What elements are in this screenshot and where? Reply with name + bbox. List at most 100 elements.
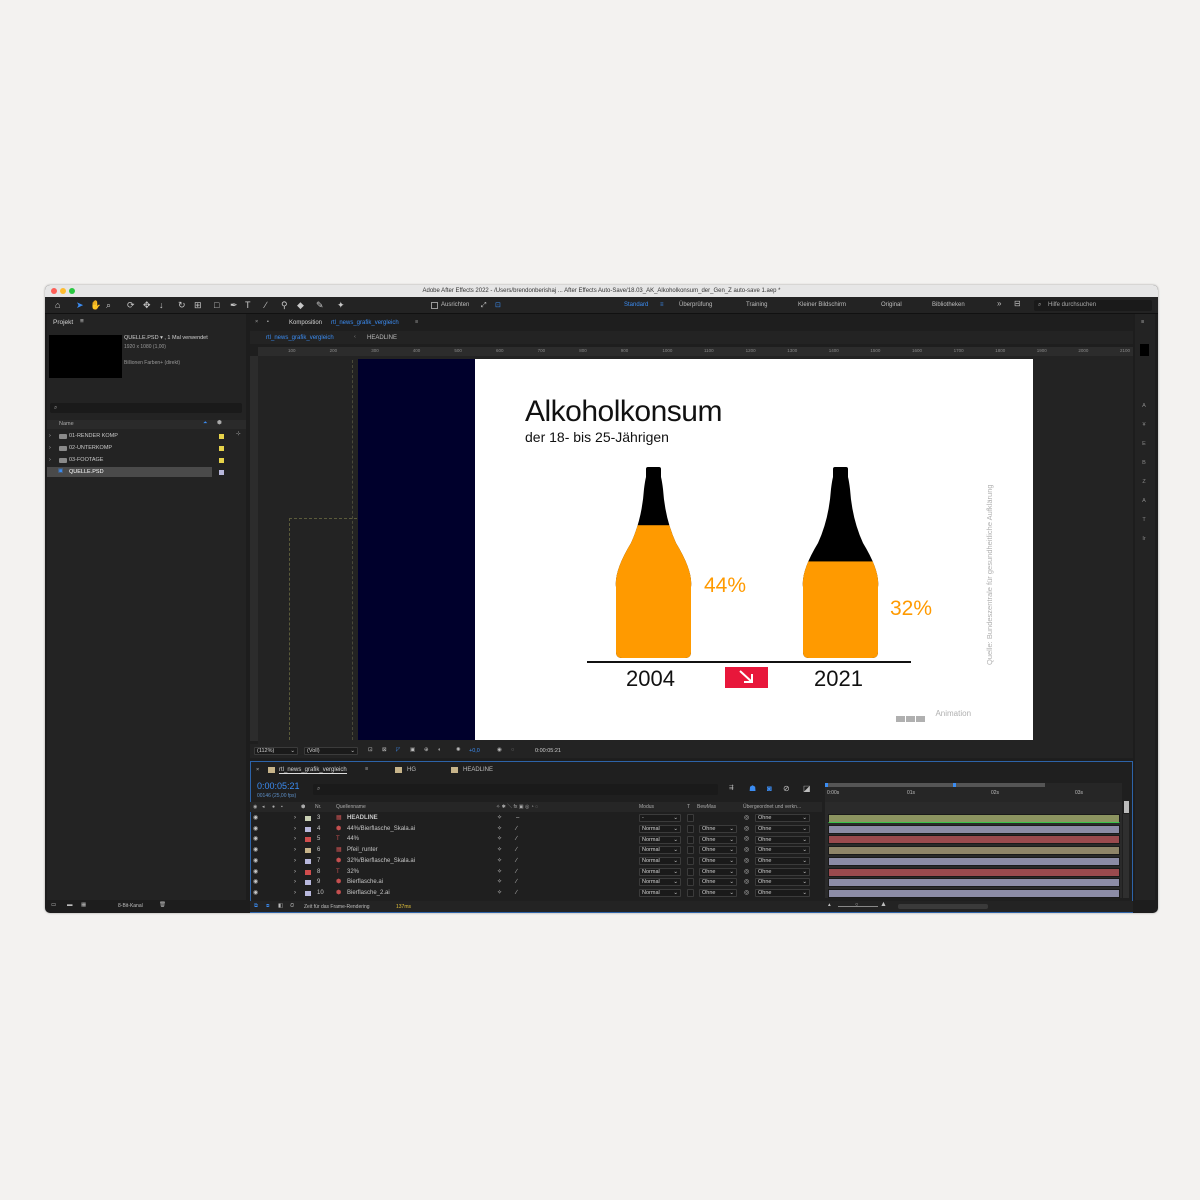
color-management-icon[interactable]: ◐ bbox=[438, 747, 441, 753]
workspace-standard[interactable]: Standard bbox=[624, 302, 648, 308]
pen-tool-icon[interactable]: ✒ bbox=[230, 300, 238, 311]
quality-switch-icon[interactable]: ∕ bbox=[516, 877, 517, 888]
workspace-training[interactable]: Training bbox=[746, 302, 767, 308]
orbit-camera-icon[interactable]: ⟳ bbox=[127, 300, 135, 311]
mask-visibility-icon[interactable]: ◸ bbox=[396, 747, 400, 753]
grid-guides-icon[interactable]: ▣ bbox=[410, 747, 415, 753]
timeline-tab-2[interactable]: HEADLINE bbox=[463, 767, 493, 773]
layer-label-swatch[interactable] bbox=[305, 848, 311, 854]
zoom-dropdown[interactable]: (112%) ⌄ bbox=[254, 747, 298, 755]
parent-pickwhip-icon[interactable]: ◎ bbox=[744, 813, 749, 824]
layer-duration-bar[interactable] bbox=[828, 835, 1120, 845]
project-item-3[interactable]: ▣ QUELLE.PSD bbox=[47, 467, 212, 477]
puppet-pin-icon[interactable]: ✦ bbox=[337, 300, 345, 311]
toggle-switches-icon[interactable]: ⧉ bbox=[254, 903, 258, 910]
visibility-eye-icon[interactable]: ◉ bbox=[253, 877, 258, 888]
layer-name[interactable]: Pfeil_runter bbox=[347, 845, 378, 856]
visibility-eye-icon[interactable]: ◉ bbox=[253, 845, 258, 856]
flowchart-icon[interactable]: ⊹ bbox=[236, 431, 241, 437]
quality-switch-icon[interactable]: ∕ bbox=[516, 867, 517, 878]
parent-dropdown[interactable]: Ohne ⌄ bbox=[755, 846, 810, 855]
parent-dropdown[interactable]: Ohne ⌄ bbox=[755, 878, 810, 887]
expand-layer-icon[interactable]: › bbox=[294, 824, 296, 835]
col-name[interactable]: Name bbox=[59, 421, 74, 427]
layer-row[interactable]: ◉ › 4 ⬢ 44%/Bierflasche_Skala.ai ✧ ∕ Normal ⌄ Ohn… bbox=[250, 824, 822, 835]
layer-label-swatch[interactable] bbox=[305, 890, 311, 896]
trash-icon[interactable]: 🗑 bbox=[159, 902, 166, 908]
project-panel-title[interactable]: Projekt bbox=[53, 319, 73, 326]
pan-camera-icon[interactable]: ✥ bbox=[143, 300, 151, 311]
zoom-slider-thumb[interactable]: ○ bbox=[855, 902, 858, 908]
visibility-eye-icon[interactable]: ◉ bbox=[253, 856, 258, 867]
comp-panel-label[interactable]: Komposition bbox=[289, 320, 322, 326]
expand-layer-icon[interactable]: › bbox=[294, 834, 296, 845]
parent-dropdown[interactable]: Ohne ⌄ bbox=[755, 814, 810, 823]
toggle-inout-icon[interactable]: ◧ bbox=[278, 903, 283, 909]
layer-mode-dropdown[interactable]: Normal ⌄ bbox=[639, 878, 681, 887]
panel-menu-icon[interactable]: ≡ bbox=[365, 766, 368, 772]
comp-name-tab[interactable]: rtl_news_grafik_vergleich bbox=[331, 320, 399, 326]
vertical-ruler[interactable] bbox=[250, 356, 258, 741]
shy-switch-icon[interactable]: ✧ bbox=[497, 834, 502, 845]
quality-switch-icon[interactable]: ∕ bbox=[516, 888, 517, 899]
source-name-header[interactable]: Quellenname bbox=[336, 802, 366, 812]
draft-3d-icon[interactable]: ☗ bbox=[749, 784, 756, 793]
timeline-tab-1[interactable]: HG bbox=[407, 767, 416, 773]
track-matte-checkbox[interactable] bbox=[687, 867, 694, 876]
expand-layer-icon[interactable]: › bbox=[294, 845, 296, 856]
bewmas-dropdown[interactable]: Ohne ⌄ bbox=[699, 878, 737, 887]
character-tool-button[interactable]: Z bbox=[1140, 479, 1148, 485]
render-time-icon[interactable]: ⏲ bbox=[290, 903, 294, 910]
clone-stamp-icon[interactable]: ⚲ bbox=[281, 300, 288, 311]
layer-duration-bar[interactable] bbox=[828, 846, 1120, 856]
track-matte-checkbox[interactable] bbox=[687, 889, 694, 898]
zoom-tool-icon[interactable]: ⌕ bbox=[106, 300, 111, 311]
parent-pickwhip-icon[interactable]: ◎ bbox=[744, 877, 749, 888]
snap-icon[interactable]: ⤢ bbox=[481, 300, 487, 311]
panel-menu-icon[interactable]: ≡ bbox=[1141, 319, 1144, 325]
show-snapshot-icon[interactable]: ◌ bbox=[511, 747, 514, 753]
type-tool-icon[interactable]: T bbox=[245, 300, 251, 311]
layer-row[interactable]: ◉ › 10 ⬢ Bierflasche_2.ai ✧ ∕ Normal ⌄ Ohne ⌄ ◎ Ohne… bbox=[250, 888, 822, 899]
quality-switch-icon[interactable]: ∕ bbox=[516, 845, 517, 856]
track-matte-checkbox[interactable] bbox=[687, 824, 694, 833]
bewmas-dropdown[interactable]: Ohne ⌄ bbox=[699, 835, 737, 844]
layer-duration-bar[interactable] bbox=[828, 867, 1120, 877]
label-color-swatch[interactable] bbox=[219, 458, 224, 463]
timeline-timecode[interactable]: 0:00:05:21 bbox=[257, 781, 300, 791]
shy-switch-icon[interactable]: ✧ bbox=[497, 845, 502, 856]
lock-icon[interactable]: ▪ bbox=[267, 319, 269, 325]
zoom-in-icon[interactable]: ▲ bbox=[880, 901, 887, 908]
layer-label-swatch[interactable] bbox=[305, 816, 311, 821]
label-color-swatch[interactable] bbox=[219, 434, 224, 439]
visibility-eye-icon[interactable]: ◉ bbox=[253, 824, 258, 835]
expand-layer-icon[interactable]: › bbox=[294, 867, 296, 878]
workspace-bibliotheken[interactable]: Bibliotheken bbox=[932, 302, 965, 308]
label-color-swatch[interactable] bbox=[219, 470, 224, 475]
parent-dropdown[interactable]: Ohne ⌄ bbox=[755, 867, 810, 876]
hand-tool-icon[interactable]: ✋ bbox=[90, 300, 101, 311]
parent-pickwhip-icon[interactable]: ◎ bbox=[744, 888, 749, 899]
lock-column-icon[interactable]: ▪ bbox=[281, 802, 283, 812]
shy-switch-icon[interactable]: ✧ bbox=[497, 888, 502, 899]
work-area-start-marker[interactable] bbox=[825, 783, 828, 787]
transparency-grid-icon[interactable]: ⊠ bbox=[382, 747, 387, 753]
project-item-0[interactable]: › 01-RENDER KOMP bbox=[47, 431, 246, 442]
character-tool-button[interactable]: A bbox=[1140, 403, 1148, 409]
layer-row[interactable]: ◉ › 6 ▦ Pfeil_runter ✧ ∕ Normal ⌄ Ohne ⌄ ◎ Ohne ⌄ bbox=[250, 845, 822, 856]
timeline-search-input[interactable]: ⌕ bbox=[313, 784, 718, 795]
bewmas-dropdown[interactable]: Ohne ⌄ bbox=[699, 824, 737, 833]
workspace-uberprufung[interactable]: Überprüfung bbox=[679, 302, 712, 308]
motion-blur-icon[interactable]: ⊘ bbox=[783, 784, 790, 793]
label-tag-icon[interactable]: ⬢ bbox=[217, 420, 222, 426]
layer-name[interactable]: HEADLINE bbox=[347, 813, 378, 824]
layer-mode-dropdown[interactable]: Normal ⌄ bbox=[639, 835, 681, 844]
bewmas-dropdown[interactable]: Ohne ⌄ bbox=[699, 857, 737, 866]
dolly-camera-icon[interactable]: ↓ bbox=[159, 300, 164, 311]
close-tab-icon[interactable]: × bbox=[255, 319, 258, 325]
exposure-value[interactable]: +0,0 bbox=[469, 748, 480, 754]
timeline-horizontal-scrollbar[interactable] bbox=[898, 904, 988, 909]
expand-layer-icon[interactable]: › bbox=[294, 888, 296, 899]
visibility-eye-icon[interactable]: ◉ bbox=[253, 888, 258, 899]
viewer-timecode[interactable]: 0:00:05:21 bbox=[535, 748, 561, 754]
